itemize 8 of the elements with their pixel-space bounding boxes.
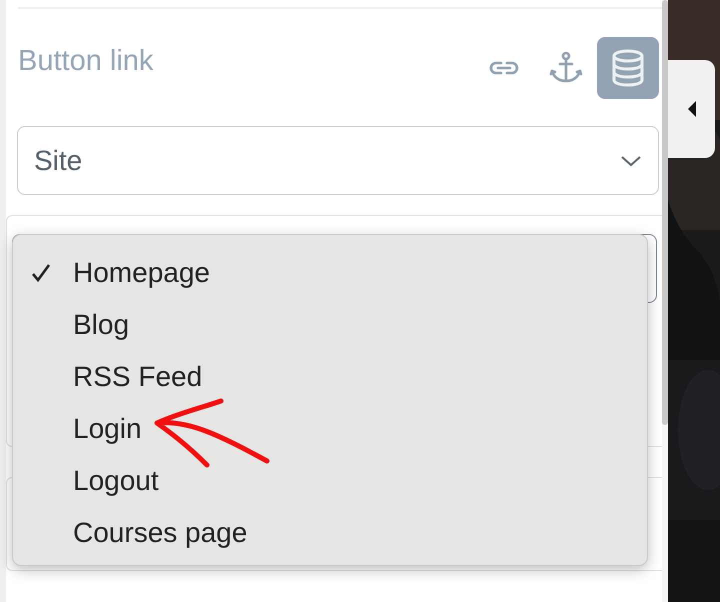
site-select[interactable]: Site (17, 126, 659, 195)
menu-item[interactable]: Logout (31, 455, 647, 507)
menu-item[interactable]: RSS Feed (31, 351, 647, 403)
menu-item[interactable]: Login (31, 403, 647, 455)
menu-item[interactable]: Homepage (31, 247, 647, 299)
menu-item[interactable]: Blog (31, 299, 647, 351)
menu-item[interactable]: Courses page (31, 507, 647, 559)
section-title: Button link (18, 45, 154, 78)
